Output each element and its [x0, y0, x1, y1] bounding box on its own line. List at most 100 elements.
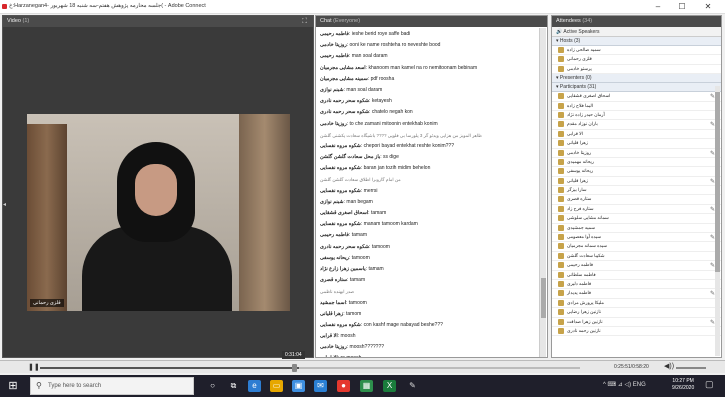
chat-message-sender: روزیتا خادمی [320, 42, 347, 49]
cortana-icon[interactable]: ○ [206, 380, 219, 392]
attendee-row[interactable]: نازنین رحمه نادری [552, 327, 721, 337]
attendee-name: زهرا قلیانی [567, 177, 588, 183]
attendee-row[interactable]: قلزی رحمانی [552, 55, 721, 65]
attendee-row[interactable]: ریحانه مهمیدی [552, 158, 721, 168]
attendee-row[interactable]: فاطمه رحیمی ✎ [552, 261, 721, 271]
attendee-row[interactable]: سمیه صالحی زاده [552, 46, 721, 56]
chat-message-sender: اسعد مشایی مجرمیان [320, 64, 366, 71]
attendee-group-label: Participants (31) [559, 84, 597, 91]
attendee-name: سیده سمانه مجرمیان [567, 243, 607, 249]
chat-message-text: man soal daram [351, 53, 388, 60]
maximize-button[interactable]: ☐ [674, 2, 690, 12]
attendee-row[interactable]: ملیکا پرورش مرادی [552, 299, 721, 309]
attendee-row[interactable]: باران نوزاد مقدم ✎ [552, 120, 721, 130]
attendee-row[interactable]: ستاره قصری [552, 195, 721, 205]
chat-message-text: tamoom [351, 254, 370, 261]
chat-message-text: ooni ke name roshteha ro neveshte bood [349, 42, 441, 49]
attendee-group-header[interactable]: ▾ Hosts (3) [552, 37, 721, 46]
system-tray[interactable]: ^ ⌨ ⊿ ◁) ENG [603, 381, 646, 388]
chat-message-text: tamom [346, 310, 362, 317]
attendee-row[interactable]: سارا بیزگر [552, 186, 721, 196]
chat-message: شکوه مروه نفسایی: manam tamoom kardam [320, 221, 418, 228]
attendee-row[interactable]: فاطمه سلطانی [552, 271, 721, 280]
notification-icon[interactable]: ▢ [705, 379, 714, 390]
attendee-row[interactable]: زهرا قلیانی [552, 139, 721, 149]
attendee-row[interactable]: ریحانه یوسفی [552, 167, 721, 177]
user-icon [558, 140, 564, 147]
chat-message-text: baran jan tozih midim behelon [363, 165, 431, 172]
attendee-name: زهرا قلیانی [567, 140, 588, 146]
brush-icon[interactable]: ✎ [406, 380, 419, 392]
attendee-row[interactable]: آرمان حیدر زاده نژاد [552, 111, 721, 121]
attendee-scrollbar[interactable] [715, 86, 720, 356]
chat-message-sender: الا قرابی [320, 333, 338, 340]
store-icon[interactable]: ▣ [292, 380, 305, 392]
attendee-row[interactable]: الیما فلاح زاده [552, 102, 721, 111]
chat-scrollbar-thumb[interactable] [541, 278, 546, 318]
collapse-arrow-icon[interactable]: ◂ [3, 201, 6, 208]
clock[interactable]: 10:27 PM 9/26/2020 [672, 378, 694, 392]
user-icon [558, 252, 564, 259]
search-placeholder[interactable]: Type here to search [48, 383, 101, 389]
chat-message-sender: شکوه سحر رحمه نادری [320, 109, 370, 116]
attendee-row[interactable]: فاطمه پدیدار ✎ [552, 289, 721, 299]
chat-message-text: man soal daram [346, 86, 383, 93]
chat-message-text: con kashf mage nabayad beshe??? [363, 321, 443, 328]
playback-track[interactable] [40, 367, 580, 369]
attendee-row[interactable]: پرستو خادمی [552, 65, 721, 75]
attendee-row[interactable]: نازنین زهرا رضایی [552, 308, 721, 318]
chat-message-sender: اسما جمشید [320, 299, 346, 306]
start-icon[interactable]: ⊞ [6, 379, 20, 393]
attendee-row[interactable]: زهرا قلیانی ✎ [552, 177, 721, 187]
chat-message: شکوه مروه نفسایی: con kashf mage nabayad… [320, 321, 443, 328]
chat-message-sender: باز محل سعادت گلشن گلشن [320, 154, 381, 161]
attendee-group-header[interactable]: ▾ Presenters (0) [552, 74, 721, 84]
pause-icon[interactable]: ❚❚ [28, 363, 40, 371]
chrome-icon[interactable]: ● [337, 380, 350, 392]
attendees-pod-header: Attendees (34) [552, 16, 721, 27]
attendee-row[interactable]: روزیتا خادمی ✎ [552, 149, 721, 158]
close-button[interactable]: ✕ [700, 2, 716, 12]
attendee-row[interactable]: ستاره فرح زاد ✎ [552, 205, 721, 215]
chat-message: شکوه سحر رحمه نادری: tamoom [320, 243, 390, 250]
attendee-list[interactable]: ▾ Hosts (3) سمیه صالحی زاده قلزی رحمانی پرس… [552, 37, 721, 337]
edge-icon[interactable]: e [248, 380, 261, 392]
attendee-row[interactable]: نازنین زهرا صداقت ✎ [552, 318, 721, 327]
chat-message-text: ketayesh [371, 98, 392, 105]
attendee-row[interactable]: الا قرابی [552, 130, 721, 140]
file-explorer-icon[interactable]: ▭ [270, 380, 283, 392]
chat-message-list[interactable]: فاطمه رحیمی: ieshe berid roye saffe badi… [320, 29, 537, 357]
attendee-group-header[interactable]: ▾ Participants (31) [552, 83, 721, 93]
volume-slider[interactable] [676, 367, 706, 369]
attendee-scrollbar-thumb[interactable] [715, 92, 720, 272]
chat-message-sender: فاطمه رحیمی [320, 53, 349, 60]
chat-pod-scope[interactable]: (Everyone) [333, 18, 360, 24]
video-bookshelf-right [239, 114, 290, 311]
video-pod-title: Video [7, 18, 21, 24]
video-pod-count: (1) [22, 18, 30, 24]
fullscreen-icon[interactable]: ⛶ [302, 18, 307, 26]
playback-scrubber[interactable] [292, 364, 297, 372]
attendee-row[interactable]: شکیبا سعادت گلشن [552, 252, 721, 262]
task-view-icon[interactable]: ⧉ [227, 380, 240, 392]
excel-icon[interactable]: X [383, 380, 396, 392]
app-icon-green[interactable]: ▦ [360, 380, 373, 392]
active-speakers-label[interactable]: Active Speakers [563, 29, 599, 35]
user-icon [558, 102, 564, 109]
chat-scrollbar[interactable] [539, 28, 546, 357]
attendee-row[interactable]: سمانه مشایی سلوشی [552, 214, 721, 224]
attendee-name: ملیکا پرورش مرادی [567, 299, 604, 305]
chat-message-sender: روزیتا خادمی [320, 344, 347, 351]
webcam-video[interactable]: قلزی رحمانی [27, 114, 290, 311]
chat-message: الا قرابی: ro moosh [320, 353, 537, 357]
chat-message-sender: سمینه مشایی مجرمیان [320, 75, 368, 82]
attendee-row[interactable]: سمیه جمشیدی [552, 224, 721, 234]
attendee-row[interactable]: سیده آوا معصومی ✎ [552, 233, 721, 243]
attendee-row[interactable]: فاطمه دلیری [552, 280, 721, 290]
mail-icon[interactable]: ✉ [314, 380, 327, 392]
attendee-row[interactable]: اسحاق اصغری قشقایی ✎ [552, 92, 721, 102]
minimize-button[interactable]: – [650, 2, 666, 12]
volume-icon[interactable]: ◀)) [664, 362, 674, 370]
taskbar-search[interactable]: ⚲ Type here to search [30, 377, 194, 395]
attendee-row[interactable]: سیده سمانه مجرمیان [552, 242, 721, 252]
